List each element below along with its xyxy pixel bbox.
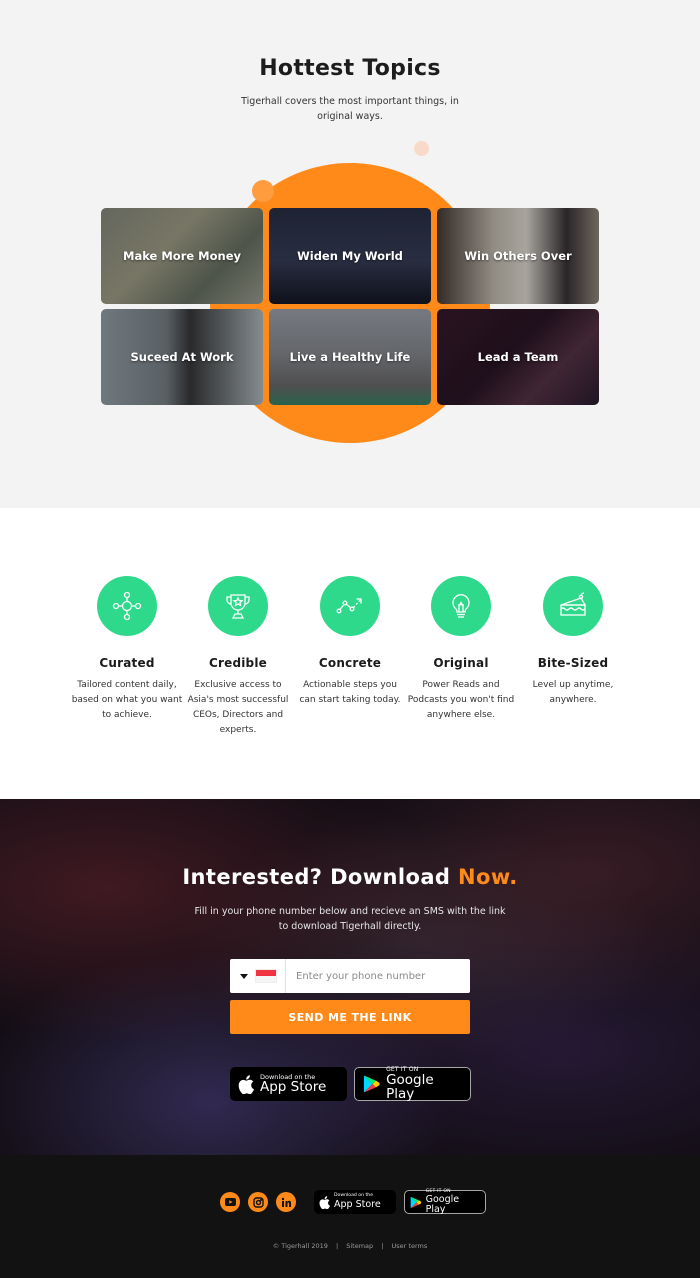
phone-field: [230, 959, 470, 993]
feature-icon-circle: [431, 576, 491, 636]
section-title: Hottest Topics: [259, 56, 441, 81]
youtube-link[interactable]: [220, 1192, 240, 1212]
feature-text: Tailored content daily, based on what yo…: [71, 680, 183, 720]
footer-google-play-button[interactable]: GET IT ON Google Play: [404, 1189, 486, 1215]
google-play-icon: [410, 1196, 422, 1208]
feature-title: Curated: [99, 656, 155, 670]
feature-icon-circle: [320, 576, 380, 636]
topic-tile-succeed-at-work[interactable]: Suceed At Work: [101, 309, 263, 405]
topic-label: Make More Money: [123, 249, 241, 263]
topic-label: Win Others Over: [464, 249, 572, 263]
topic-tile-make-more-money[interactable]: Make More Money: [101, 208, 263, 304]
topic-label: Live a Healthy Life: [289, 350, 411, 364]
google-play-icon: [363, 1075, 380, 1093]
section-subtitle: Tigerhall covers the most important thin…: [241, 96, 459, 122]
google-play-button[interactable]: GET IT ON Google Play: [354, 1067, 471, 1101]
topic-tile-lead-a-team[interactable]: Lead a Team: [437, 309, 599, 405]
lightbulb-icon: [452, 594, 470, 618]
phone-number-input[interactable]: [286, 959, 470, 993]
feature-title: Credible: [208, 656, 267, 670]
store-badges: Download on the App Store GET IT ON Google…: [230, 1067, 471, 1101]
trend-arrow-icon: [336, 598, 362, 614]
topic-grid: Make More Money Widen My World Win Other…: [101, 208, 599, 405]
sitemap-link[interactable]: Sitemap: [346, 1242, 373, 1250]
feature-bite-sized: Bite-Sized Level up anytime, anywhere.: [517, 576, 629, 708]
feature-text: Power Reads and Podcasts you won't find …: [407, 680, 515, 720]
instagram-link[interactable]: [248, 1192, 268, 1212]
app-store-big-text: App Store: [334, 1199, 381, 1211]
linkedin-icon: [281, 1197, 291, 1207]
legal-row: © Tigerhall 2019 | Sitemap | User terms: [0, 1242, 700, 1250]
hottest-topics-section: Hottest Topics Tigerhall covers the most…: [0, 0, 700, 508]
topic-label: Suceed At Work: [130, 350, 234, 364]
feature-icon-circle: [543, 576, 603, 636]
user-terms-link[interactable]: User terms: [392, 1242, 428, 1250]
google-play-big-text: Google Play: [425, 1194, 460, 1215]
caret-down-icon: [239, 973, 248, 979]
feature-icon-circle: [208, 576, 268, 636]
topic-label: Lead a Team: [477, 350, 559, 364]
download-section: Interested? Download Now. Fill in your p…: [0, 799, 700, 1155]
download-title-main: Interested? Download: [182, 865, 459, 889]
footer: Download on the App Store GET IT ON Google…: [0, 1155, 700, 1278]
feature-title: Bite-Sized: [537, 656, 609, 670]
topic-tile-widen-my-world[interactable]: Widen My World: [269, 208, 431, 304]
apple-icon: [238, 1074, 254, 1094]
topic-tile-win-others-over[interactable]: Win Others Over: [437, 208, 599, 304]
country-code-selector[interactable]: [230, 959, 286, 993]
apple-icon: [319, 1195, 330, 1209]
decorative-dot: [414, 141, 429, 156]
feature-original: Original Power Reads and Podcasts you wo…: [405, 576, 517, 723]
network-icon: [112, 591, 142, 621]
feature-title: Concrete: [318, 656, 382, 670]
app-store-button[interactable]: Download on the App Store: [230, 1067, 347, 1101]
feature-curated: Curated Tailored content daily, based on…: [71, 576, 183, 723]
download-description: Fill in your phone number below and reci…: [194, 906, 506, 932]
cake-slice-icon: [560, 592, 587, 616]
youtube-icon: [224, 1198, 236, 1206]
linkedin-link[interactable]: [276, 1192, 296, 1212]
trophy-icon: [226, 594, 250, 619]
decorative-dot: [252, 180, 274, 202]
singapore-flag-icon: [255, 970, 276, 982]
feature-text: Level up anytime, anywhere.: [532, 680, 614, 705]
footer-links-row: Download on the App Store GET IT ON Google…: [220, 1189, 486, 1215]
feature-text: Actionable steps you can start taking to…: [299, 680, 401, 705]
topic-label: Widen My World: [297, 249, 403, 263]
separator: |: [335, 1242, 339, 1250]
google-play-big-text: Google Play: [386, 1072, 434, 1102]
feature-text: Exclusive access to Asia's most successf…: [187, 680, 289, 735]
feature-concrete: Concrete Actionable steps you can start …: [294, 576, 406, 708]
send-link-button[interactable]: SEND ME THE LINK: [230, 1000, 470, 1034]
download-title-accent: Now.: [458, 865, 518, 889]
download-title: Interested? Download Now.: [0, 865, 700, 889]
instagram-icon: [252, 1196, 264, 1208]
footer-app-store-button[interactable]: Download on the App Store: [314, 1190, 396, 1214]
feature-icon-circle: [97, 576, 157, 636]
topic-tile-live-a-healthy-life[interactable]: Live a Healthy Life: [269, 309, 431, 405]
feature-credible: Credible Exclusive access to Asia's most…: [182, 576, 294, 738]
app-store-big-text: App Store: [260, 1079, 327, 1095]
separator: |: [381, 1242, 384, 1250]
copyright: © Tigerhall 2019: [272, 1242, 328, 1250]
feature-title: Original: [433, 656, 489, 670]
features-section: Curated Tailored content daily, based on…: [0, 508, 700, 799]
